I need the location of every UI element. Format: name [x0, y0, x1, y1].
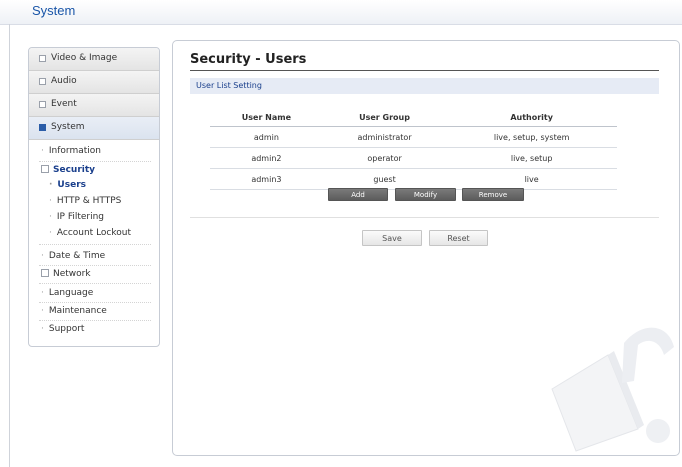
title-rule [190, 70, 659, 71]
user-name-cell: admin3 [210, 168, 323, 190]
menu-label: Event [51, 99, 77, 109]
bullet-icon: · [49, 212, 52, 222]
menu-video-image[interactable]: Video & Image [29, 48, 159, 71]
divider [39, 244, 151, 245]
authority-cell: live [446, 168, 617, 190]
sidebar-item-support[interactable]: · Support [41, 324, 84, 334]
bullet-icon: · [41, 324, 44, 334]
expand-icon [41, 268, 49, 277]
divider [39, 320, 151, 321]
bullet-icon: · [49, 196, 52, 206]
user-table: User Name User Group Authority admin adm… [210, 108, 617, 190]
bullet-icon: · [41, 288, 44, 298]
expand-icon [39, 55, 46, 62]
sidebar-item-language[interactable]: · Language [41, 288, 93, 298]
table-row[interactable]: admin3 guest live [210, 168, 617, 190]
column-header: User Group [322, 108, 447, 127]
divider [39, 265, 151, 266]
remove-button[interactable]: Remove [462, 188, 524, 201]
table-row[interactable]: admin2 operator live, setup [210, 147, 617, 169]
bullet-icon: · [41, 146, 44, 156]
divider [39, 161, 151, 162]
menu-system[interactable]: System [29, 117, 159, 140]
bullet-icon: · [49, 228, 52, 238]
bullet-icon: · [41, 251, 44, 261]
menu-label: System [51, 122, 85, 132]
menu-event[interactable]: Event [29, 94, 159, 117]
table-header-row: User Name User Group Authority [210, 108, 617, 127]
page-header-title: System [32, 3, 76, 18]
sidebar-item-maintenance[interactable]: · Maintenance [41, 306, 107, 316]
table-row[interactable]: admin administrator live, setup, system [210, 126, 617, 148]
column-header: User Name [210, 108, 323, 127]
user-group-cell: guest [322, 168, 447, 190]
add-button[interactable]: Add [328, 188, 388, 201]
sidebar-item-information[interactable]: · Information [41, 146, 101, 156]
sidebar-item-ip-filtering[interactable]: · IP Filtering [49, 212, 104, 222]
section-header: User List Setting [190, 78, 659, 94]
save-button[interactable]: Save [362, 230, 422, 246]
section-title: User List Setting [196, 81, 262, 90]
user-name-cell: admin [210, 126, 323, 148]
modify-button[interactable]: Modify [395, 188, 456, 201]
sidebar-item-http-https[interactable]: · HTTP & HTTPS [49, 196, 121, 206]
collapse-icon [41, 164, 49, 173]
expand-icon [39, 78, 46, 85]
sidebar-item-network[interactable]: Network [41, 268, 91, 279]
bullet-icon: · [41, 306, 44, 316]
top-bar: System [0, 0, 682, 25]
menu-audio[interactable]: Audio [29, 71, 159, 94]
main-panel: Security - Users User List Setting User … [172, 40, 680, 456]
sidebar-item-users[interactable]: · Users [49, 180, 86, 190]
user-group-cell: operator [322, 147, 447, 169]
sidebar-item-security[interactable]: Security [41, 164, 95, 175]
page-title: Security - Users [190, 52, 307, 67]
bullet-icon: · [49, 180, 53, 190]
collapse-icon [39, 124, 46, 131]
menu-label: Audio [51, 76, 77, 86]
authority-cell: live, setup, system [446, 126, 617, 148]
authority-cell: live, setup [446, 147, 617, 169]
sidebar-item-account-lockout[interactable]: · Account Lockout [49, 228, 131, 238]
user-group-cell: administrator [322, 126, 447, 148]
menu-label: Video & Image [51, 53, 118, 63]
column-header: Authority [446, 108, 617, 127]
divider [190, 217, 659, 218]
divider [39, 302, 151, 303]
settings-watermark-icon [551, 327, 674, 452]
user-name-cell: admin2 [210, 147, 323, 169]
reset-button[interactable]: Reset [429, 230, 488, 246]
sidebar: Video & Image Audio Event System · Inform… [28, 47, 160, 347]
sidebar-item-date-time[interactable]: · Date & Time [41, 251, 105, 261]
expand-icon [39, 101, 46, 108]
divider [39, 283, 151, 284]
